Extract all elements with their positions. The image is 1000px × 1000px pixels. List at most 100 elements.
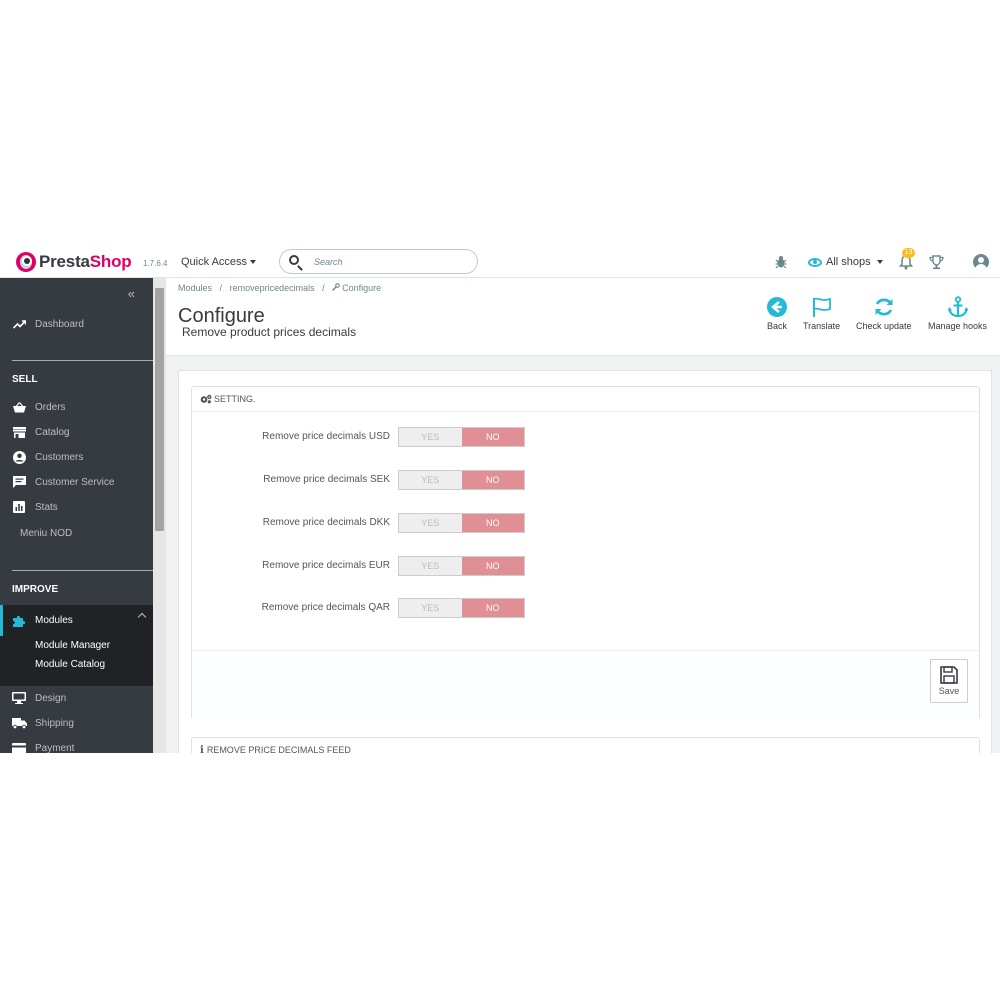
setting-panel: SETTING. Remove price decimals USD YES N… xyxy=(191,386,980,720)
form-label: Remove price decimals EUR xyxy=(262,560,390,571)
form-label: Remove price decimals SEK xyxy=(263,474,390,485)
switch-no[interactable]: NO xyxy=(461,471,524,489)
sidebar-scrollbar[interactable] xyxy=(153,278,166,753)
sidebar-item-orders[interactable]: Orders xyxy=(0,395,153,419)
prestashop-logo[interactable]: PrestaShop xyxy=(16,252,132,272)
collapse-sidebar-icon[interactable]: « xyxy=(128,286,135,301)
sidebar-subitem-module-catalog[interactable]: Module Catalog xyxy=(35,659,105,670)
form-label: Remove price decimals QAR xyxy=(261,602,390,613)
switch-eur[interactable]: YES NO xyxy=(398,556,525,576)
prestashop-admin-window: PrestaShop 1.7.6.4 Quick Access All shop… xyxy=(0,247,1000,753)
sidebar-divider xyxy=(12,360,153,361)
breadcrumb-item-configure: Configure xyxy=(342,283,382,293)
switch-yes[interactable]: YES xyxy=(399,514,462,532)
modules-submenu: Module Manager Module Catalog xyxy=(0,636,153,686)
desktop-icon xyxy=(11,692,27,704)
all-shops-dropdown[interactable]: All shops xyxy=(808,251,883,273)
debug-bug-icon[interactable] xyxy=(775,251,787,273)
sidebar-item-customers[interactable]: Customers xyxy=(0,445,153,469)
notifications-button[interactable]: 13 xyxy=(899,248,915,273)
account-circle-icon xyxy=(11,450,27,464)
section-title-sell: SELL xyxy=(12,374,38,385)
search-icon xyxy=(289,255,299,265)
switch-sek[interactable]: YES NO xyxy=(398,470,525,490)
switch-yes[interactable]: YES xyxy=(399,599,462,617)
user-menu-button[interactable] xyxy=(973,251,989,273)
form-row-dkk: Remove price decimals DKK YES NO xyxy=(192,513,981,533)
floppy-disk-icon xyxy=(940,666,958,684)
logo-text: PrestaShop xyxy=(39,252,132,271)
switch-no[interactable]: NO xyxy=(461,428,524,446)
sidebar-item-design[interactable]: Design xyxy=(0,686,153,710)
search-box[interactable] xyxy=(279,249,478,274)
form-label: Remove price decimals USD xyxy=(262,431,390,442)
breadcrumb-item-module[interactable]: removepricedecimals xyxy=(230,283,315,293)
bar-chart-icon xyxy=(11,501,27,513)
sidebar-item-shipping[interactable]: Shipping xyxy=(0,711,153,735)
back-button[interactable]: Back xyxy=(766,296,788,331)
sidebar-item-payment[interactable]: Payment xyxy=(0,736,153,753)
truck-icon xyxy=(11,717,27,729)
feed-panel: i REMOVE PRICE DECIMALS FEED xyxy=(191,737,980,753)
sidebar-divider xyxy=(12,570,153,571)
feed-panel-heading: i REMOVE PRICE DECIMALS FEED xyxy=(192,738,979,753)
arrow-left-circle-icon xyxy=(767,297,787,317)
setting-panel-heading: SETTING. xyxy=(192,387,979,412)
sidebar-item-meniu-nod[interactable]: Meniu NOD xyxy=(0,521,153,545)
save-button[interactable]: Save xyxy=(930,659,968,703)
form-label: Remove price decimals DKK xyxy=(262,517,390,528)
sidebar-item-stats[interactable]: Stats xyxy=(0,495,153,519)
page-header: Modules / removepricedecimals / Configur… xyxy=(166,278,1000,356)
form-row-qar: Remove price decimals QAR YES NO xyxy=(192,598,981,618)
eye-icon xyxy=(808,257,822,267)
sidebar-item-customer-service[interactable]: Customer Service xyxy=(0,470,153,494)
chat-icon xyxy=(11,476,27,488)
caret-down-icon xyxy=(250,260,257,265)
switch-no[interactable]: NO xyxy=(461,557,524,575)
chevron-up-icon xyxy=(137,612,147,622)
store-icon xyxy=(11,426,27,438)
form-row-eur: Remove price decimals EUR YES NO xyxy=(192,556,981,576)
translate-button[interactable]: Translate xyxy=(803,296,840,331)
switch-qar[interactable]: YES NO xyxy=(398,598,525,618)
search-input[interactable] xyxy=(314,255,464,269)
breadcrumb-separator: / xyxy=(322,283,325,293)
form-row-usd: Remove price decimals USD YES NO xyxy=(192,427,981,447)
refresh-icon xyxy=(875,298,893,316)
switch-no[interactable]: NO xyxy=(461,599,524,617)
version-label: 1.7.6.4 xyxy=(143,259,168,268)
notifications-badge: 13 xyxy=(902,248,915,258)
form-row-sek: Remove price decimals SEK YES NO xyxy=(192,470,981,490)
switch-no[interactable]: NO xyxy=(461,514,524,532)
breadcrumb-item-modules[interactable]: Modules xyxy=(178,283,212,293)
breadcrumb: Modules / removepricedecimals / Configur… xyxy=(178,283,386,293)
switch-usd[interactable]: YES NO xyxy=(398,427,525,447)
sidebar-item-modules[interactable]: Modules xyxy=(0,605,153,636)
manage-hooks-button[interactable]: Manage hooks xyxy=(928,296,987,331)
switch-yes[interactable]: YES xyxy=(399,557,462,575)
page-subtitle: Remove product prices decimals xyxy=(182,325,357,339)
wrench-icon xyxy=(332,283,341,293)
cogs-icon xyxy=(200,394,212,404)
sidebar-item-catalog[interactable]: Catalog xyxy=(0,420,153,444)
anchor-icon xyxy=(947,296,969,318)
switch-yes[interactable]: YES xyxy=(399,428,462,446)
caret-down-icon xyxy=(876,260,883,264)
trending-up-icon xyxy=(11,319,27,329)
section-title-improve: IMPROVE xyxy=(12,584,59,595)
switch-yes[interactable]: YES xyxy=(399,471,462,489)
puzzle-icon xyxy=(11,614,27,628)
check-update-button[interactable]: Check update xyxy=(856,296,912,331)
content-panel: SETTING. Remove price decimals USD YES N… xyxy=(178,370,992,753)
sidebar-item-dashboard[interactable]: Dashboard xyxy=(0,312,153,336)
user-avatar-icon xyxy=(973,254,989,270)
sidebar: « Dashboard SELL Orders Catalog Customer… xyxy=(0,278,153,753)
top-header: PrestaShop 1.7.6.4 Quick Access All shop… xyxy=(0,247,1000,278)
switch-dkk[interactable]: YES NO xyxy=(398,513,525,533)
sidebar-subitem-module-manager[interactable]: Module Manager xyxy=(35,640,110,651)
setting-panel-footer: Save xyxy=(192,650,979,720)
trophy-icon[interactable] xyxy=(929,251,944,273)
scrollbar-thumb[interactable] xyxy=(155,288,164,531)
info-icon: i xyxy=(200,745,204,753)
quick-access-dropdown[interactable]: Quick Access xyxy=(181,256,257,268)
